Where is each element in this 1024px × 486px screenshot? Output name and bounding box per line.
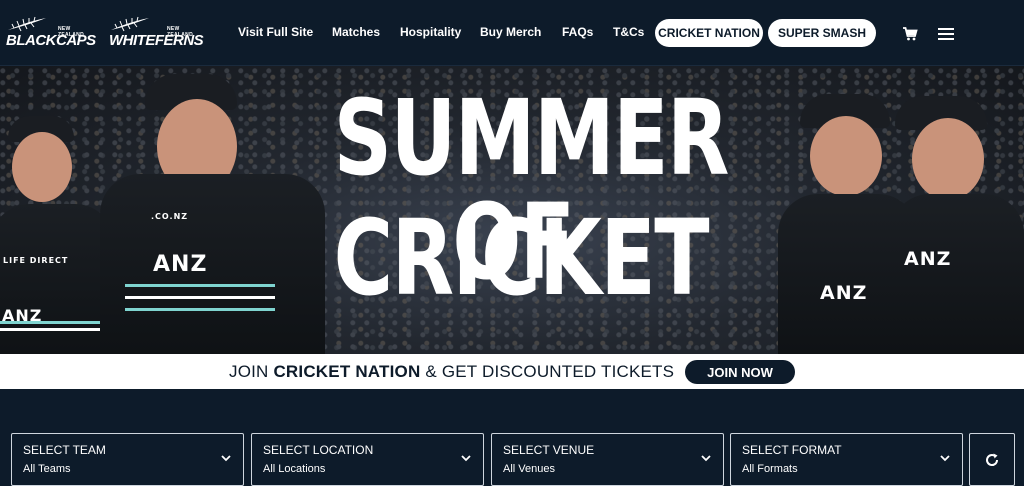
sponsor-lifedirect: LIFE DIRECT — [3, 256, 69, 265]
select-label: SELECT FORMAT — [742, 443, 842, 457]
top-nav: NEW ZEALAND BLACKCAPS NEW ZEALAND WHITEF… — [0, 0, 1024, 66]
whiteferns-logo[interactable]: NEW ZEALAND WHITEFERNS — [109, 16, 204, 52]
silver-fern-icon — [111, 16, 149, 32]
sponsor-lifedirect: .CO.NZ — [151, 212, 189, 221]
select-value: All Teams — [23, 463, 71, 475]
banner-text-post: & GET DISCOUNTED TICKETS — [420, 362, 675, 381]
select-label: SELECT TEAM — [23, 443, 106, 457]
logo-title: WHITEFERNS — [109, 32, 204, 49]
refresh-icon — [986, 453, 999, 466]
player-left-2: ANZ .CO.NZ — [95, 74, 340, 354]
hero-banner: ANZ LIFE DIRECT ANZ .CO.NZ SUMMER OF CRI… — [0, 66, 1024, 354]
sponsor-anz: ANZ — [904, 248, 952, 270]
reset-filters-button[interactable] — [969, 433, 1015, 486]
banner-text: JOIN CRICKET NATION & GET DISCOUNTED TIC… — [229, 362, 674, 382]
chevron-down-icon — [221, 455, 231, 462]
hamburger-menu-icon[interactable] — [938, 27, 954, 41]
select-venue-dropdown[interactable]: SELECT VENUE All Venues — [491, 433, 724, 486]
blackcaps-logo[interactable]: NEW ZEALAND BLACKCAPS — [6, 16, 98, 52]
nav-faqs[interactable]: FAQs — [562, 25, 593, 39]
chevron-down-icon — [701, 455, 711, 462]
join-now-button[interactable]: JOIN NOW — [685, 360, 795, 384]
silver-fern-icon — [8, 16, 46, 32]
chevron-down-icon — [461, 455, 471, 462]
select-label: SELECT VENUE — [503, 443, 595, 457]
banner-text-pre: JOIN — [229, 362, 274, 381]
sponsor-anz: ANZ — [2, 306, 43, 325]
cricket-nation-banner: JOIN CRICKET NATION & GET DISCOUNTED TIC… — [0, 354, 1024, 389]
player-right-2: ANZ — [890, 96, 1024, 354]
select-label: SELECT LOCATION — [263, 443, 374, 457]
select-format-dropdown[interactable]: SELECT FORMAT All Formats — [730, 433, 963, 486]
sponsor-anz: ANZ — [153, 252, 208, 277]
nav-matches[interactable]: Matches — [332, 25, 380, 39]
nav-hospitality[interactable]: Hospitality — [400, 25, 461, 39]
nav-terms[interactable]: T&Cs — [613, 25, 644, 39]
banner-text-bold: CRICKET NATION — [273, 362, 421, 381]
select-team-dropdown[interactable]: SELECT TEAM All Teams — [11, 433, 244, 486]
select-value: All Venues — [503, 463, 555, 475]
super-smash-button[interactable]: SUPER SMASH — [768, 19, 876, 47]
nav-buy-merch[interactable]: Buy Merch — [480, 25, 541, 39]
cricket-nation-button[interactable]: CRICKET NATION — [655, 19, 763, 47]
select-value: All Formats — [742, 463, 798, 475]
hero-headline-line2: CRICKET — [333, 197, 710, 319]
sponsor-anz: ANZ — [820, 282, 868, 304]
select-value: All Locations — [263, 463, 326, 475]
select-location-dropdown[interactable]: SELECT LOCATION All Locations — [251, 433, 484, 486]
chevron-down-icon — [940, 455, 950, 462]
cart-icon[interactable] — [902, 26, 918, 42]
nav-visit-full-site[interactable]: Visit Full Site — [238, 25, 313, 39]
logo-title: BLACKCAPS — [6, 32, 96, 49]
